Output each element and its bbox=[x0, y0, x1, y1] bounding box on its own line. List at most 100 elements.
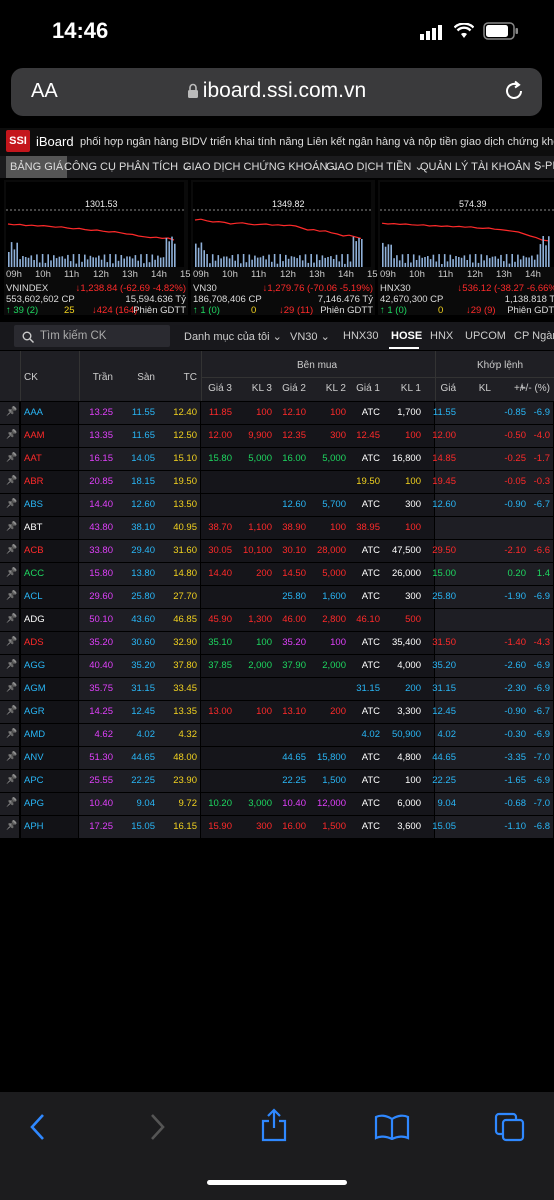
market-tab[interactable]: CP Ngành bbox=[514, 330, 554, 342]
table-row[interactable]: 📌 AGG 40.40 35.20 37.80 37.85 2,000 37.90 2,000 A… bbox=[0, 655, 554, 677]
cell-sym[interactable]: AAT bbox=[24, 453, 42, 464]
market-tab[interactable]: VN30 ⌄ bbox=[290, 330, 330, 343]
column-header[interactable]: Giá bbox=[440, 383, 456, 394]
table-row[interactable]: 📌 ABS 14.40 12.60 13.50 12.60 5,700 ATC 300 12.60… bbox=[0, 494, 554, 516]
cell-sym[interactable]: ABT bbox=[24, 522, 42, 533]
pin-icon[interactable]: 📌 bbox=[6, 751, 17, 762]
market-tab[interactable]: HNX30 bbox=[343, 330, 378, 342]
menu-item[interactable]: QUẢN LÝ TÀI KHOẢN ⌄ bbox=[420, 160, 543, 173]
market-tab[interactable]: HOSE bbox=[391, 330, 422, 342]
pin-icon[interactable]: 📌 bbox=[6, 728, 17, 739]
address-bar[interactable]: AA iboard.ssi.com.vn bbox=[11, 68, 542, 116]
cell-sym[interactable]: AMD bbox=[24, 729, 45, 740]
market-tab[interactable]: UPCOM bbox=[465, 330, 506, 342]
column-header[interactable]: KL 2 bbox=[326, 383, 346, 394]
volume-bar bbox=[44, 262, 47, 267]
pin-icon[interactable]: 📌 bbox=[6, 820, 17, 831]
pin-icon[interactable]: 📌 bbox=[6, 498, 17, 509]
cell-sym[interactable]: ADG bbox=[24, 614, 45, 625]
search-box[interactable]: Tìm kiếm CK bbox=[14, 325, 170, 347]
column-header[interactable]: TC bbox=[184, 372, 197, 383]
table-row[interactable]: 📌 ACC 15.80 13.80 14.80 14.40 200 14.50 5,000 ATC… bbox=[0, 563, 554, 585]
column-header[interactable]: Trần bbox=[93, 372, 113, 383]
volume-bar bbox=[36, 254, 38, 267]
cell-sym[interactable]: ACB bbox=[24, 545, 44, 556]
back-icon[interactable] bbox=[26, 1112, 50, 1147]
cell-sym[interactable]: AAA bbox=[24, 407, 43, 418]
table-row[interactable]: 📌 ADS 35.20 30.60 32.90 35.10 100 35.20 100 ATC 35… bbox=[0, 632, 554, 654]
index-panel[interactable]: 1301.53 09h 10h 11h 12h 13h 14h 15h VNINDEX ↓1,23… bbox=[4, 180, 196, 316]
table-row[interactable]: 📌 ADG 50.10 43.60 46.85 45.90 1,300 46.00 2,800 4… bbox=[0, 609, 554, 631]
table-row[interactable]: 📌 AGM 35.75 31.15 33.45 31.15 200 31.15 -2.30 -6.… bbox=[0, 678, 554, 700]
pin-icon[interactable]: 📌 bbox=[6, 406, 17, 417]
cell-sym[interactable]: ADS bbox=[24, 637, 44, 648]
cell-sym[interactable]: AAM bbox=[24, 430, 45, 441]
pin-icon[interactable]: 📌 bbox=[6, 452, 17, 463]
reload-icon[interactable] bbox=[501, 78, 527, 109]
cell-sym[interactable]: ANV bbox=[24, 752, 44, 763]
pin-icon[interactable]: 📌 bbox=[6, 429, 17, 440]
forward-icon[interactable] bbox=[145, 1112, 169, 1147]
pin-icon[interactable]: 📌 bbox=[6, 567, 17, 578]
cell-sym[interactable]: AGR bbox=[24, 706, 45, 717]
ssi-logo[interactable]: SSI bbox=[6, 130, 30, 152]
cell-sym[interactable]: ABR bbox=[24, 476, 44, 487]
table-row[interactable]: 📌 APG 10.40 9.04 9.72 10.20 3,000 10.40 12,000 AT… bbox=[0, 793, 554, 815]
cell-sym[interactable]: ABS bbox=[24, 499, 43, 510]
pin-icon[interactable]: 📌 bbox=[6, 475, 17, 486]
pin-icon[interactable]: 📌 bbox=[6, 705, 17, 716]
cell-sym[interactable]: AGM bbox=[24, 683, 46, 694]
column-header[interactable]: KL 1 bbox=[401, 383, 421, 394]
url-field[interactable]: iboard.ssi.com.vn bbox=[11, 79, 542, 105]
column-header[interactable]: Giá 3 bbox=[208, 383, 232, 394]
table-row[interactable]: 📌 APC 25.55 22.25 23.90 22.25 1,500 ATC 100 22.25… bbox=[0, 770, 554, 792]
table-row[interactable]: 📌 AAM 13.35 11.65 12.50 12.00 9,900 12.35 300 12.… bbox=[0, 425, 554, 447]
table-row[interactable]: 📌 APH 17.25 15.05 16.15 15.90 300 16.00 1,500 ATC… bbox=[0, 816, 554, 838]
index-panel[interactable]: 1349.82 09h 10h 11h 12h 13h 14h 15h VN30 ↓1,279.7… bbox=[191, 180, 383, 316]
pin-icon[interactable]: 📌 bbox=[6, 590, 17, 601]
table-row[interactable]: 📌 ABT 43.80 38.10 40.95 38.70 1,100 38.90 100 38.… bbox=[0, 517, 554, 539]
column-header[interactable]: KL 3 bbox=[252, 383, 272, 394]
menu-item[interactable]: CÔNG CỤ PHÂN TÍCH ⌄ bbox=[64, 160, 190, 173]
pin-icon[interactable]: 📌 bbox=[6, 521, 17, 532]
pin-icon[interactable]: 📌 bbox=[6, 797, 17, 808]
search-input[interactable]: Tìm kiếm CK bbox=[40, 330, 106, 342]
cell-sym[interactable]: APC bbox=[24, 775, 44, 786]
pin-icon[interactable]: 📌 bbox=[6, 636, 17, 647]
tabs-icon[interactable] bbox=[494, 1112, 526, 1147]
cell-sym[interactable]: AGG bbox=[24, 660, 45, 671]
cell-sym[interactable]: ACL bbox=[24, 591, 42, 602]
pin-icon[interactable]: 📌 bbox=[6, 774, 17, 785]
market-tab[interactable]: Danh mục của tôi ⌄ bbox=[184, 330, 282, 343]
cell-sym[interactable]: APH bbox=[24, 821, 44, 832]
pin-icon[interactable]: 📌 bbox=[6, 544, 17, 555]
table-row[interactable]: 📌 ABR 20.85 18.15 19.50 19.50 100 19.45 -0.05 -0.… bbox=[0, 471, 554, 493]
table-row[interactable]: 📌 ACB 33.80 29.40 31.60 30.05 10,100 30.10 28,00… bbox=[0, 540, 554, 562]
table-row[interactable]: 📌 AAA 13.25 11.55 12.40 11.85 100 12.10 100 ATC 1,… bbox=[0, 402, 554, 424]
table-row[interactable]: 📌 ACL 29.60 25.80 27.70 25.80 1,600 ATC 300 25.80… bbox=[0, 586, 554, 608]
pin-icon[interactable]: 📌 bbox=[6, 659, 17, 670]
pin-icon[interactable]: 📌 bbox=[6, 613, 17, 624]
column-header[interactable]: Giá 2 bbox=[282, 383, 306, 394]
index-panel[interactable]: 574.3909h10h11h12h13h14h15hHNX30↓536.12 … bbox=[378, 180, 554, 316]
column-header[interactable]: Sàn bbox=[137, 372, 155, 383]
table-row[interactable]: 📌 AAT 16.15 14.05 15.10 15.80 5,000 16.00 5,000 A… bbox=[0, 448, 554, 470]
column-header[interactable]: CK bbox=[24, 372, 38, 383]
menu-item[interactable]: GIAO DỊCH TIỀN ⌄ bbox=[326, 160, 424, 173]
column-header[interactable]: Giá 1 bbox=[356, 383, 380, 394]
pin-icon[interactable]: 📌 bbox=[6, 682, 17, 693]
cell-sym[interactable]: APG bbox=[24, 798, 44, 809]
table-row[interactable]: 📌 AGR 14.25 12.45 13.35 13.00 100 13.10 200 ATC 3,… bbox=[0, 701, 554, 723]
menu-item[interactable]: S-PI bbox=[534, 160, 554, 172]
column-header[interactable]: +/- (%) bbox=[520, 383, 550, 394]
table-row[interactable]: 📌 AMD 4.62 4.02 4.32 4.02 50,900 4.02 -0.30 -6.9 bbox=[0, 724, 554, 746]
market-tab[interactable]: HNX bbox=[430, 330, 453, 342]
column-header[interactable]: KL bbox=[479, 383, 491, 394]
cell-sym[interactable]: ACC bbox=[24, 568, 44, 579]
cell-ceil: 35.75 bbox=[89, 683, 113, 694]
menu-item[interactable]: GIAO DỊCH CHỨNG KHOÁN ⌄ bbox=[183, 160, 340, 173]
table-row[interactable]: 📌 ANV 51.30 44.65 48.00 44.65 15,800 ATC 4,800 44… bbox=[0, 747, 554, 769]
menu-item[interactable]: BẢNG GIÁ bbox=[6, 156, 68, 178]
share-icon[interactable] bbox=[260, 1108, 288, 1147]
bookmarks-icon[interactable] bbox=[374, 1114, 410, 1145]
